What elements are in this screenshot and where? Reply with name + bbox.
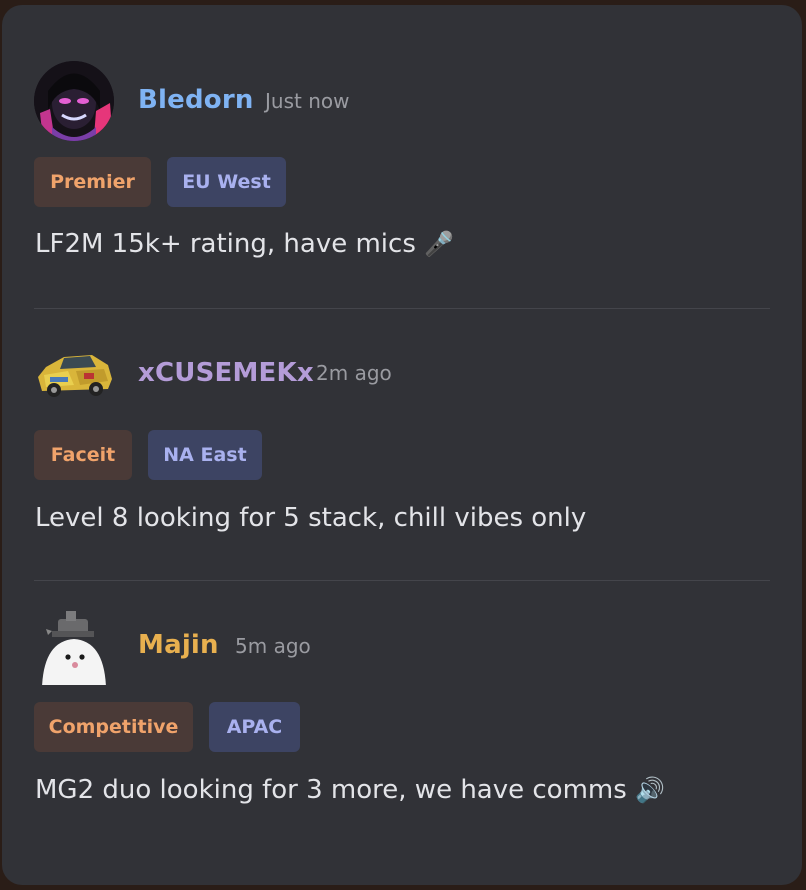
avatar[interactable] [34, 333, 114, 413]
divider [34, 308, 770, 309]
mode-tag[interactable]: Competitive [34, 702, 193, 752]
mode-tag[interactable]: Faceit [34, 430, 132, 480]
post-message: Level 8 looking for 5 stack, chill vibes… [35, 503, 586, 533]
message-text: LF2M 15k+ rating, have mics [35, 229, 416, 259]
post-message: LF2M 15k+ rating, have mics 🎤 [35, 229, 454, 259]
microphone-icon: 🎤 [424, 230, 455, 258]
region-tag[interactable]: EU West [167, 157, 286, 207]
region-tag[interactable]: APAC [209, 702, 300, 752]
avatar-image [34, 61, 114, 141]
post-timestamp: 5m ago [235, 634, 311, 658]
speaker-icon: 🔊 [635, 776, 665, 804]
username[interactable]: xCUSEMEKx [138, 358, 314, 388]
avatar[interactable] [34, 61, 114, 141]
avatar[interactable] [34, 605, 114, 685]
post-message: MG2 duo looking for 3 more, we have comm… [35, 775, 665, 805]
message-text: MG2 duo looking for 3 more, we have comm… [35, 775, 627, 805]
avatar-image [42, 611, 106, 685]
username[interactable]: Majin [138, 630, 219, 660]
mode-tag[interactable]: Premier [34, 157, 151, 207]
region-tag[interactable]: NA East [148, 430, 262, 480]
username[interactable]: Bledorn [138, 85, 254, 115]
avatar-image [38, 355, 112, 397]
message-text: Level 8 looking for 5 stack, chill vibes… [35, 503, 587, 533]
post-timestamp: Just now [265, 89, 350, 113]
divider [34, 580, 770, 581]
post-timestamp: 2m ago [316, 361, 392, 385]
lfg-feed-card: Bledorn Just now Premier EU West LF2M 15… [2, 5, 802, 885]
